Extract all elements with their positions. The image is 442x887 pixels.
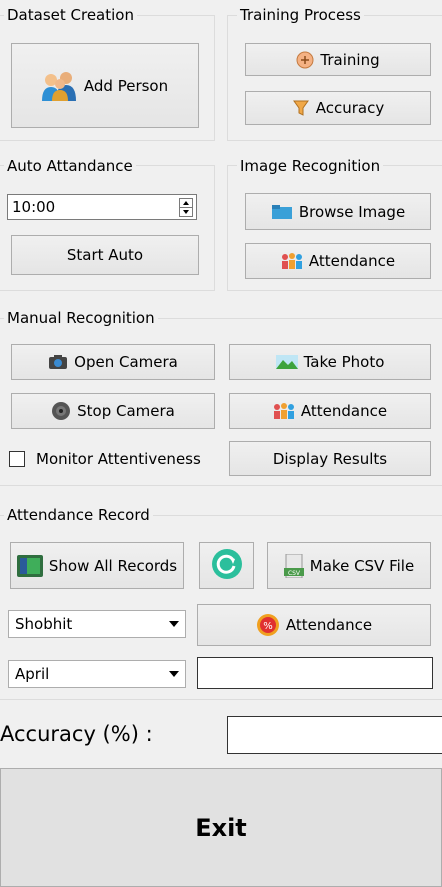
chevron-down-icon [169,671,179,677]
refresh-button[interactable] [199,542,254,589]
browse-image-label: Browse Image [298,202,406,221]
time-value: 10:00 [12,198,56,216]
chevron-down-icon [169,621,179,627]
show-all-records-label: Show All Records [48,556,178,575]
start-auto-button[interactable]: Start Auto [11,235,199,275]
make-csv-button[interactable]: CSV Make CSV File [267,542,431,589]
percent-icon: % [256,613,280,637]
filter-icon [292,99,310,117]
month-select-value: April [15,665,50,683]
group-icon [281,252,303,270]
training-button[interactable]: Training [245,43,431,76]
attendance-record-title: Attendance Record [4,506,153,524]
manual-attendance-button[interactable]: Attendance [229,393,431,429]
stop-camera-button[interactable]: Stop Camera [11,393,215,429]
take-photo-button[interactable]: Take Photo [229,344,431,380]
monitor-attentiveness-label[interactable]: Monitor Attentiveness [36,450,201,468]
add-person-button[interactable]: Add Person [11,43,199,128]
accuracy-field[interactable] [227,716,442,754]
accuracy-label-text: Accuracy (%) : [0,722,153,746]
csv-file-icon: CSV [283,553,304,578]
camera-icon [48,354,68,370]
result-field[interactable] [197,657,433,689]
time-spinbox[interactable]: 10:00 [7,194,197,220]
time-spinner[interactable] [179,198,193,217]
spin-down-icon[interactable] [180,207,192,216]
month-select[interactable]: April [8,660,186,688]
record-attendance-button[interactable]: % Attendance [197,604,431,646]
browse-image-button[interactable]: Browse Image [245,193,431,230]
manual-recognition-title: Manual Recognition [4,309,158,327]
take-photo-label: Take Photo [303,353,385,371]
exit-label: Exit [195,813,247,842]
brain-icon [296,51,314,69]
training-label: Training [320,50,380,69]
webcam-icon [51,401,71,421]
start-auto-label: Start Auto [66,246,144,264]
auto-attendance-title: Auto Attandance [4,157,136,175]
record-attendance-label: Attendance [285,616,373,634]
training-title: Training Process [237,6,364,24]
dataset-creation-title: Dataset Creation [4,6,137,24]
open-camera-label: Open Camera [74,353,178,371]
image-recognition-title: Image Recognition [237,157,384,175]
spin-up-icon[interactable] [180,199,192,207]
accuracy-button[interactable]: Accuracy [245,91,431,125]
name-select[interactable]: Shobhit [8,610,186,638]
add-person-label: Add Person [83,76,169,95]
svg-text:%: % [263,621,273,632]
records-icon [16,554,43,577]
manual-attendance-label: Attendance [300,402,388,420]
image-attendance-button[interactable]: Attendance [245,243,431,279]
svg-text:CSV: CSV [288,570,301,577]
image-attendance-label: Attendance [308,252,396,270]
display-results-label: Display Results [272,449,388,468]
accuracy-label: Accuracy [315,99,385,117]
folder-icon [271,204,293,220]
monitor-attentiveness-checkbox[interactable] [9,451,25,467]
group-icon [273,402,295,420]
people-icon [41,71,78,101]
exit-button[interactable]: Exit [0,768,442,887]
stop-camera-label: Stop Camera [77,402,175,420]
photo-icon [275,355,298,369]
refresh-icon [211,548,243,584]
show-all-records-button[interactable]: Show All Records [10,542,184,589]
open-camera-button[interactable]: Open Camera [11,344,215,380]
name-select-value: Shobhit [15,615,73,633]
display-results-button[interactable]: Display Results [229,441,431,476]
make-csv-label: Make CSV File [309,556,415,575]
